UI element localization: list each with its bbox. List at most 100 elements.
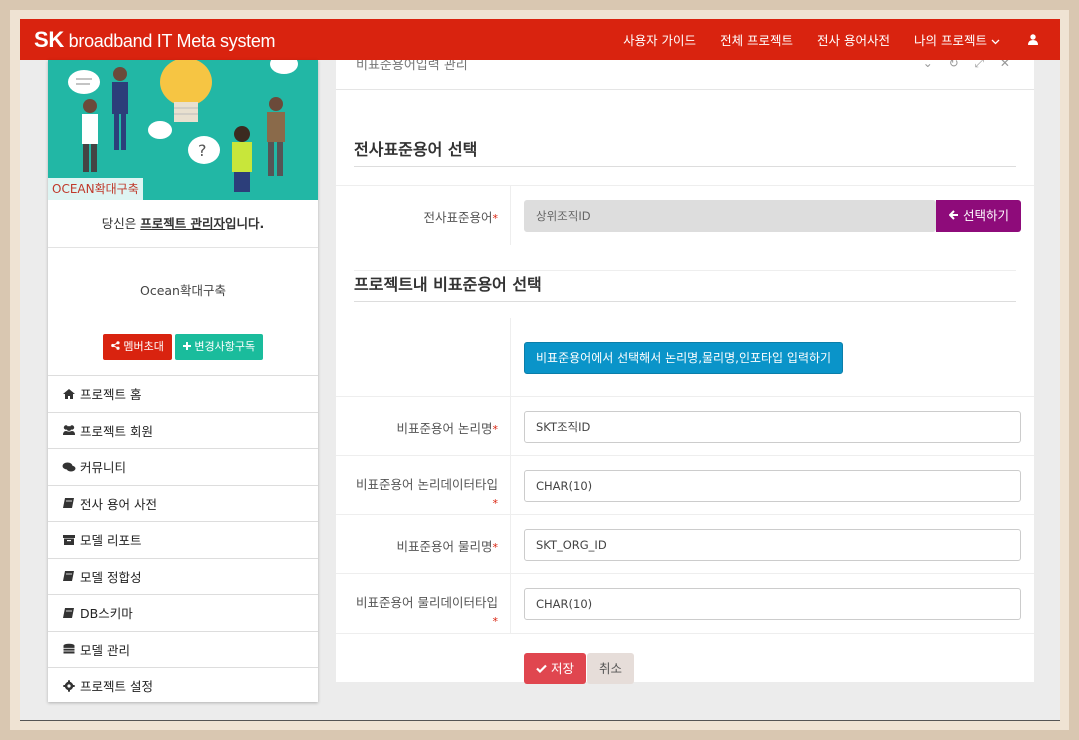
invite-member-button[interactable]: 멤버초대: [102, 334, 172, 360]
book-icon: [63, 571, 74, 582]
subscribe-changes-label: 변경사항구독: [194, 340, 256, 353]
svg-text:?: ?: [198, 141, 207, 160]
required-mark: *: [492, 423, 499, 436]
row-divider: [510, 574, 511, 633]
field-label: 비표준용어 논리데이터타입 *: [336, 476, 510, 513]
plus-icon: [182, 342, 191, 350]
sidebar-item-project-settings[interactable]: 프로젝트 설정: [48, 667, 318, 704]
subscribe-changes-button[interactable]: 변경사항구독: [174, 334, 264, 360]
chevron-down-icon: [991, 39, 1000, 44]
field-label-text: 비표준용어 논리명: [396, 421, 493, 436]
logical-name-input[interactable]: SKT조직ID: [524, 411, 1021, 443]
home-icon: [63, 388, 75, 399]
field-label: 비표준용어 논리명*: [336, 418, 510, 437]
top-navbar: SK broadband IT Meta system 사용자 가이드 전체 프…: [20, 19, 1060, 60]
brand-text: broadband IT Meta system: [63, 31, 276, 51]
row-divider: [510, 456, 511, 514]
role-suffix: 입니다.: [225, 216, 265, 231]
field-label: 비표준용어 물리명*: [336, 536, 510, 555]
required-mark: *: [492, 497, 499, 510]
section-title-nonstandard-term: 프로젝트내 비표준용어 선택: [354, 270, 1016, 302]
archive-icon: [63, 534, 75, 545]
sidebar-menu: 프로젝트 홈 프로젝트 회원 커뮤니티 전사 용어 사전 모델 리포트 모델 정…: [48, 375, 318, 704]
project-sidebar: ? OCEAN확대구축 당신은 프로젝트 관리자입니다. Ocean확대구축 멤…: [48, 60, 318, 702]
nav-term-dictionary[interactable]: 전사 용어사전: [817, 30, 890, 49]
row-divider: [510, 515, 511, 573]
nav-all-projects[interactable]: 전체 프로젝트: [720, 30, 793, 49]
sidebar-item-label: 모델 관리: [80, 642, 130, 658]
sidebar-item-label: 모델 리포트: [80, 533, 142, 549]
physical-name-input[interactable]: SKT_ORG_ID: [524, 529, 1021, 561]
nav-user-guide[interactable]: 사용자 가이드: [623, 30, 696, 49]
field-label-text: 비표준용어 논리데이터타입: [356, 477, 498, 492]
sidebar-item-label: 프로젝트 설정: [80, 679, 153, 695]
field-row-logical-name: 비표준용어 논리명* SKT조직ID: [336, 396, 1034, 455]
sidebar-item-label: DB스키마: [80, 606, 133, 622]
field-row-physical-name: 비표준용어 물리명* SKT_ORG_ID: [336, 514, 1034, 573]
panel-title: 비표준용어입력 관리: [356, 60, 468, 73]
row-divider: [510, 318, 511, 396]
nav-my-projects-label: 나의 프로젝트: [914, 33, 988, 48]
invite-member-label: 멤버초대: [123, 340, 164, 353]
required-mark: *: [492, 541, 499, 554]
section-title-standard-term: 전사표준용어 선택: [354, 136, 1016, 167]
select-term-button[interactable]: 선택하기: [936, 200, 1021, 232]
nav-my-projects[interactable]: 나의 프로젝트: [914, 30, 1000, 49]
role-text: 당신은 프로젝트 관리자입니다.: [48, 200, 318, 248]
row-divider: [510, 186, 511, 245]
user-menu[interactable]: [1028, 32, 1038, 47]
physical-type-input[interactable]: CHAR(10): [524, 588, 1021, 620]
field-label: 비표준용어 물리데이터타입 *: [336, 594, 510, 631]
std-term-row: 전사표준용어* 상위조직ID 선택하기: [336, 185, 1034, 245]
sidebar-item-db-schema[interactable]: DB스키마: [48, 594, 318, 631]
select-term-label: 선택하기: [962, 208, 1009, 223]
sidebar-item-label: 프로젝트 홈: [80, 387, 142, 403]
std-term-label: 전사표준용어*: [336, 207, 510, 226]
cancel-button[interactable]: 취소: [587, 653, 635, 684]
role-link[interactable]: 프로젝트 관리자: [140, 216, 225, 231]
sidebar-item-model-management[interactable]: 모델 관리: [48, 630, 318, 668]
role-prefix: 당신은: [101, 216, 141, 231]
gear-icon: [63, 680, 75, 692]
sidebar-item-project-home[interactable]: 프로젝트 홈: [48, 375, 318, 412]
panel-controls[interactable]: ⌄ ↻ ⤢ ✕: [923, 60, 1016, 71]
comments-icon: [62, 462, 76, 472]
field-row-physical-type: 비표준용어 물리데이터타입 * CHAR(10): [336, 573, 1034, 633]
user-icon: [1028, 34, 1038, 45]
term-entry-panel: 비표준용어입력 관리 ⌄ ↻ ⤢ ✕ 전사표준용어 선택 전사표준용어* 상위조…: [336, 60, 1034, 684]
sidebar-item-label: 모델 정합성: [80, 569, 142, 585]
field-label-text: 비표준용어 물리명: [396, 539, 493, 554]
brand-logo[interactable]: SK broadband IT Meta system: [34, 27, 276, 53]
row-divider: [510, 397, 511, 455]
sidebar-item-label: 프로젝트 회원: [80, 423, 153, 439]
sidebar-item-model-report[interactable]: 모델 리포트: [48, 521, 318, 558]
required-mark: *: [492, 212, 499, 225]
sidebar-item-label: 커뮤니티: [80, 460, 127, 476]
save-label: 저장: [550, 661, 574, 676]
sidebar-item-term-dictionary[interactable]: 전사 용어 사전: [48, 484, 318, 522]
project-name: Ocean확대구축: [140, 283, 226, 298]
required-mark: *: [492, 615, 499, 628]
users-icon: [63, 425, 75, 436]
std-term-input[interactable]: 상위조직ID: [524, 200, 936, 232]
sidebar-item-community[interactable]: 커뮤니티: [48, 448, 318, 485]
sidebar-item-project-members[interactable]: 프로젝트 회원: [48, 411, 318, 449]
pick-from-nonstandard-button[interactable]: 비표준용어에서 선택해서 논리명,물리명,인포타입 입력하기: [524, 342, 844, 374]
app-window: SK broadband IT Meta system 사용자 가이드 전체 프…: [20, 19, 1060, 721]
arrow-left-icon: [948, 210, 958, 220]
check-icon: [536, 664, 547, 674]
banner-project-tag: OCEAN확대구축: [48, 178, 143, 200]
share-icon: [111, 341, 120, 350]
form-footer-divider: [336, 633, 1034, 634]
sidebar-action-buttons: 멤버초대 변경사항구독: [48, 334, 318, 360]
std-term-label-text: 전사표준용어: [423, 210, 493, 225]
logical-type-input[interactable]: CHAR(10): [524, 470, 1021, 502]
database-icon: [63, 643, 75, 654]
field-row-logical-type: 비표준용어 논리데이터타입 * CHAR(10): [336, 455, 1034, 514]
book-icon: [63, 607, 74, 618]
field-label-text: 비표준용어 물리데이터타입: [356, 595, 498, 610]
brand-sk: SK: [34, 27, 64, 52]
panel-header: 비표준용어입력 관리 ⌄ ↻ ⤢ ✕: [336, 60, 1034, 90]
sidebar-item-model-consistency[interactable]: 모델 정합성: [48, 557, 318, 595]
save-button[interactable]: 저장: [524, 653, 586, 684]
